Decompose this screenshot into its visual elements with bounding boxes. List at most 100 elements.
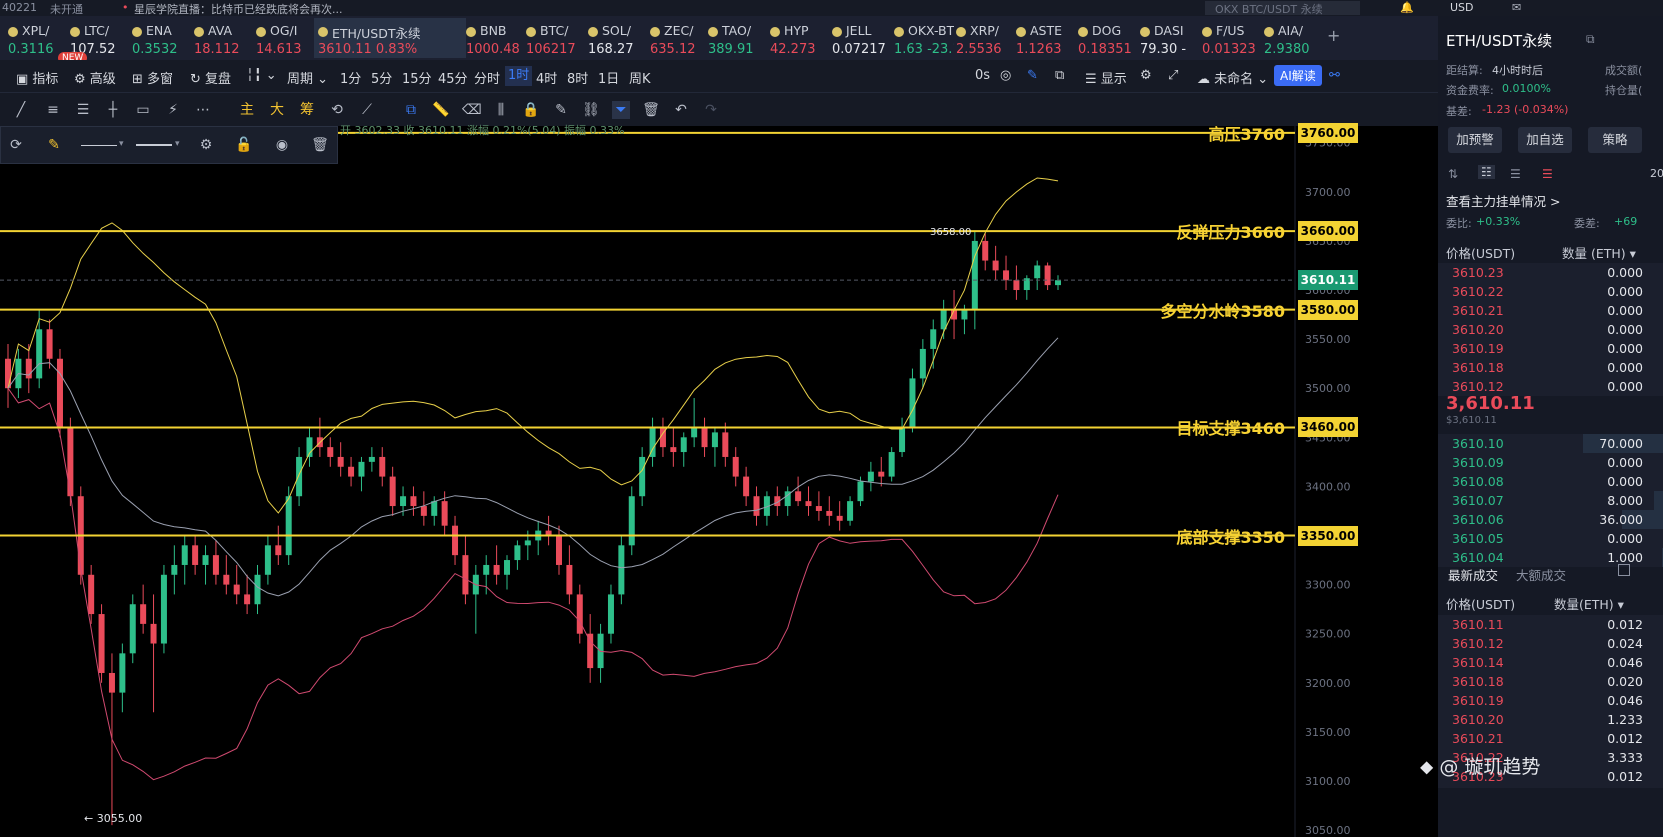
orderbook-row[interactable]: 3610.19 0.000 bbox=[1438, 339, 1663, 358]
period-1时[interactable]: 1时 bbox=[505, 66, 533, 86]
ticker-16[interactable]: DOG 0.18351 bbox=[1078, 18, 1138, 58]
candle-body[interactable] bbox=[992, 260, 999, 271]
orderbook-row[interactable]: 3610.18 0.020 bbox=[1438, 672, 1663, 691]
candle-body[interactable] bbox=[826, 510, 833, 516]
candle-body[interactable] bbox=[899, 427, 906, 453]
undo-icon[interactable]: ↶ bbox=[672, 101, 690, 119]
period-1分[interactable]: 1分 bbox=[340, 68, 361, 87]
copy-icon[interactable]: ⧉ bbox=[402, 101, 420, 119]
share-icon[interactable]: ⚯ bbox=[1329, 68, 1340, 83]
layout-icon[interactable]: ⧉ bbox=[1055, 68, 1064, 83]
candle-body[interactable] bbox=[223, 574, 230, 585]
fullscreen-icon[interactable]: ⤢ bbox=[1168, 68, 1178, 83]
main-orders-link[interactable]: 查看主力挂单情况 > bbox=[1446, 191, 1560, 210]
candle-body[interactable] bbox=[888, 452, 895, 477]
edit-icon[interactable]: ✎ bbox=[552, 101, 570, 119]
ticker-18[interactable]: F/US 0.01323 bbox=[1202, 18, 1262, 58]
candle-body[interactable] bbox=[285, 496, 292, 556]
candle-body[interactable] bbox=[358, 461, 365, 477]
orderbook-row[interactable]: 3610.21 0.000 bbox=[1438, 301, 1663, 320]
ticker-0[interactable]: XPL/0.3116 bbox=[8, 18, 68, 58]
period-45分[interactable]: 45分 bbox=[438, 68, 468, 87]
ticker-15[interactable]: ASTE 1.1263 bbox=[1016, 18, 1076, 58]
clone-icon[interactable]: ⟳ bbox=[7, 136, 25, 154]
orderbook-row[interactable]: 3610.20 1.233 bbox=[1438, 710, 1663, 729]
ticker-8[interactable]: SOL/168.27 bbox=[588, 18, 648, 58]
candle-body[interactable] bbox=[514, 545, 521, 561]
candle-body[interactable] bbox=[150, 623, 157, 644]
candle-body[interactable] bbox=[555, 535, 562, 565]
ticker-10[interactable]: TAO/389.91 bbox=[708, 18, 768, 58]
strategy-button[interactable]: 策略 bbox=[1588, 127, 1642, 153]
big-orders-button[interactable]: 大 bbox=[268, 101, 286, 119]
candle-body[interactable] bbox=[919, 348, 926, 379]
candle-body[interactable] bbox=[805, 501, 812, 507]
candle-body[interactable] bbox=[670, 447, 677, 453]
candle-body[interactable] bbox=[524, 540, 531, 546]
bars-icon[interactable]: ⫼ bbox=[492, 101, 510, 119]
candle-body[interactable] bbox=[348, 466, 355, 477]
orderbook-row[interactable]: 3610.19 0.046 bbox=[1438, 691, 1663, 710]
candle-body[interactable] bbox=[337, 456, 344, 467]
ticker-13[interactable]: OKX-BTC 1.63 -23.1 bbox=[894, 18, 954, 58]
color-pen-icon[interactable]: ✎ bbox=[45, 136, 63, 154]
ticker-7[interactable]: BTC/106217 bbox=[526, 18, 586, 58]
candle-body[interactable] bbox=[867, 471, 874, 482]
candle-body[interactable] bbox=[410, 496, 417, 507]
candle-body[interactable] bbox=[327, 447, 334, 457]
candle-body[interactable] bbox=[566, 564, 573, 595]
template-select[interactable]: ☁ 未命名 ⌄ bbox=[1197, 68, 1268, 87]
candle-body[interactable] bbox=[795, 491, 802, 502]
horizontal-lines-icon[interactable]: ☰ bbox=[74, 101, 92, 119]
line-width-select[interactable] bbox=[136, 144, 172, 146]
add-tab-icon[interactable]: + bbox=[1327, 26, 1340, 45]
candle-body[interactable] bbox=[576, 594, 583, 634]
depth-bids-icon[interactable]: ☰ bbox=[1510, 167, 1521, 181]
candle-body[interactable] bbox=[56, 358, 63, 428]
candle-body[interactable] bbox=[847, 501, 854, 521]
candle-body[interactable] bbox=[1034, 265, 1041, 279]
depth-asks-icon[interactable]: ☰ bbox=[1542, 167, 1553, 181]
candle-body[interactable] bbox=[909, 378, 916, 428]
candle-body[interactable] bbox=[940, 309, 947, 330]
candle-body[interactable] bbox=[108, 672, 115, 693]
period-8时[interactable]: 8时 bbox=[567, 68, 588, 87]
candle-body[interactable] bbox=[743, 476, 750, 497]
candle-body[interactable] bbox=[296, 456, 303, 497]
trash-icon[interactable]: 🗑 bbox=[642, 101, 660, 119]
candle-body[interactable] bbox=[212, 555, 219, 575]
ticker-2[interactable]: ENA 0.3532 bbox=[132, 18, 192, 58]
bell-icon[interactable]: 🔔 bbox=[1400, 1, 1414, 14]
orderbook-row[interactable]: 3610.06 36.000 bbox=[1438, 510, 1663, 529]
candle-body[interactable] bbox=[628, 496, 635, 546]
orderbook-row[interactable]: 3610.14 0.046 bbox=[1438, 653, 1663, 672]
period-周K[interactable]: 周K bbox=[629, 68, 651, 87]
candle-body[interactable] bbox=[67, 427, 74, 497]
eraser-icon[interactable]: ⌫ bbox=[462, 101, 482, 119]
pen-icon[interactable]: ✎ bbox=[1027, 68, 1038, 83]
candle-body[interactable] bbox=[431, 501, 438, 516]
chips-button[interactable]: 筹 bbox=[298, 101, 316, 119]
ticker-3[interactable]: AVA 18.112 bbox=[194, 18, 254, 58]
measure-icon[interactable]: 📏 bbox=[432, 101, 450, 119]
camera-icon[interactable]: ◎ bbox=[1000, 68, 1011, 83]
fib-icon[interactable]: ⚡ bbox=[164, 101, 182, 119]
currency-select[interactable]: USD bbox=[1450, 1, 1474, 14]
copy-icon[interactable]: ⧉ bbox=[1586, 32, 1595, 47]
candle-body[interactable] bbox=[129, 604, 136, 654]
candle-body[interactable] bbox=[680, 437, 687, 453]
ticker-5[interactable]: ETH/USDT永续 3610.11 0.83% bbox=[314, 18, 466, 58]
candle-body[interactable] bbox=[618, 545, 625, 595]
filter-icon[interactable]: ⏷ bbox=[612, 101, 630, 119]
candle-body[interactable] bbox=[171, 564, 178, 575]
magnet-icon[interactable]: ⟲ bbox=[328, 101, 346, 119]
chart-type-icon[interactable]: ╎╏ ⌄ bbox=[246, 68, 277, 83]
settings-icon[interactable]: ⚙ bbox=[1140, 68, 1152, 83]
orderbook-row[interactable]: 3610.22 0.000 bbox=[1438, 282, 1663, 301]
period-5分[interactable]: 5分 bbox=[371, 68, 392, 87]
candle-body[interactable] bbox=[119, 653, 126, 693]
candle-body[interactable] bbox=[254, 574, 261, 605]
candle-body[interactable] bbox=[639, 456, 646, 497]
orderbook-row[interactable]: 3610.07 8.000 bbox=[1438, 491, 1663, 510]
orderbook-row[interactable]: 3610.18 0.000 bbox=[1438, 358, 1663, 377]
